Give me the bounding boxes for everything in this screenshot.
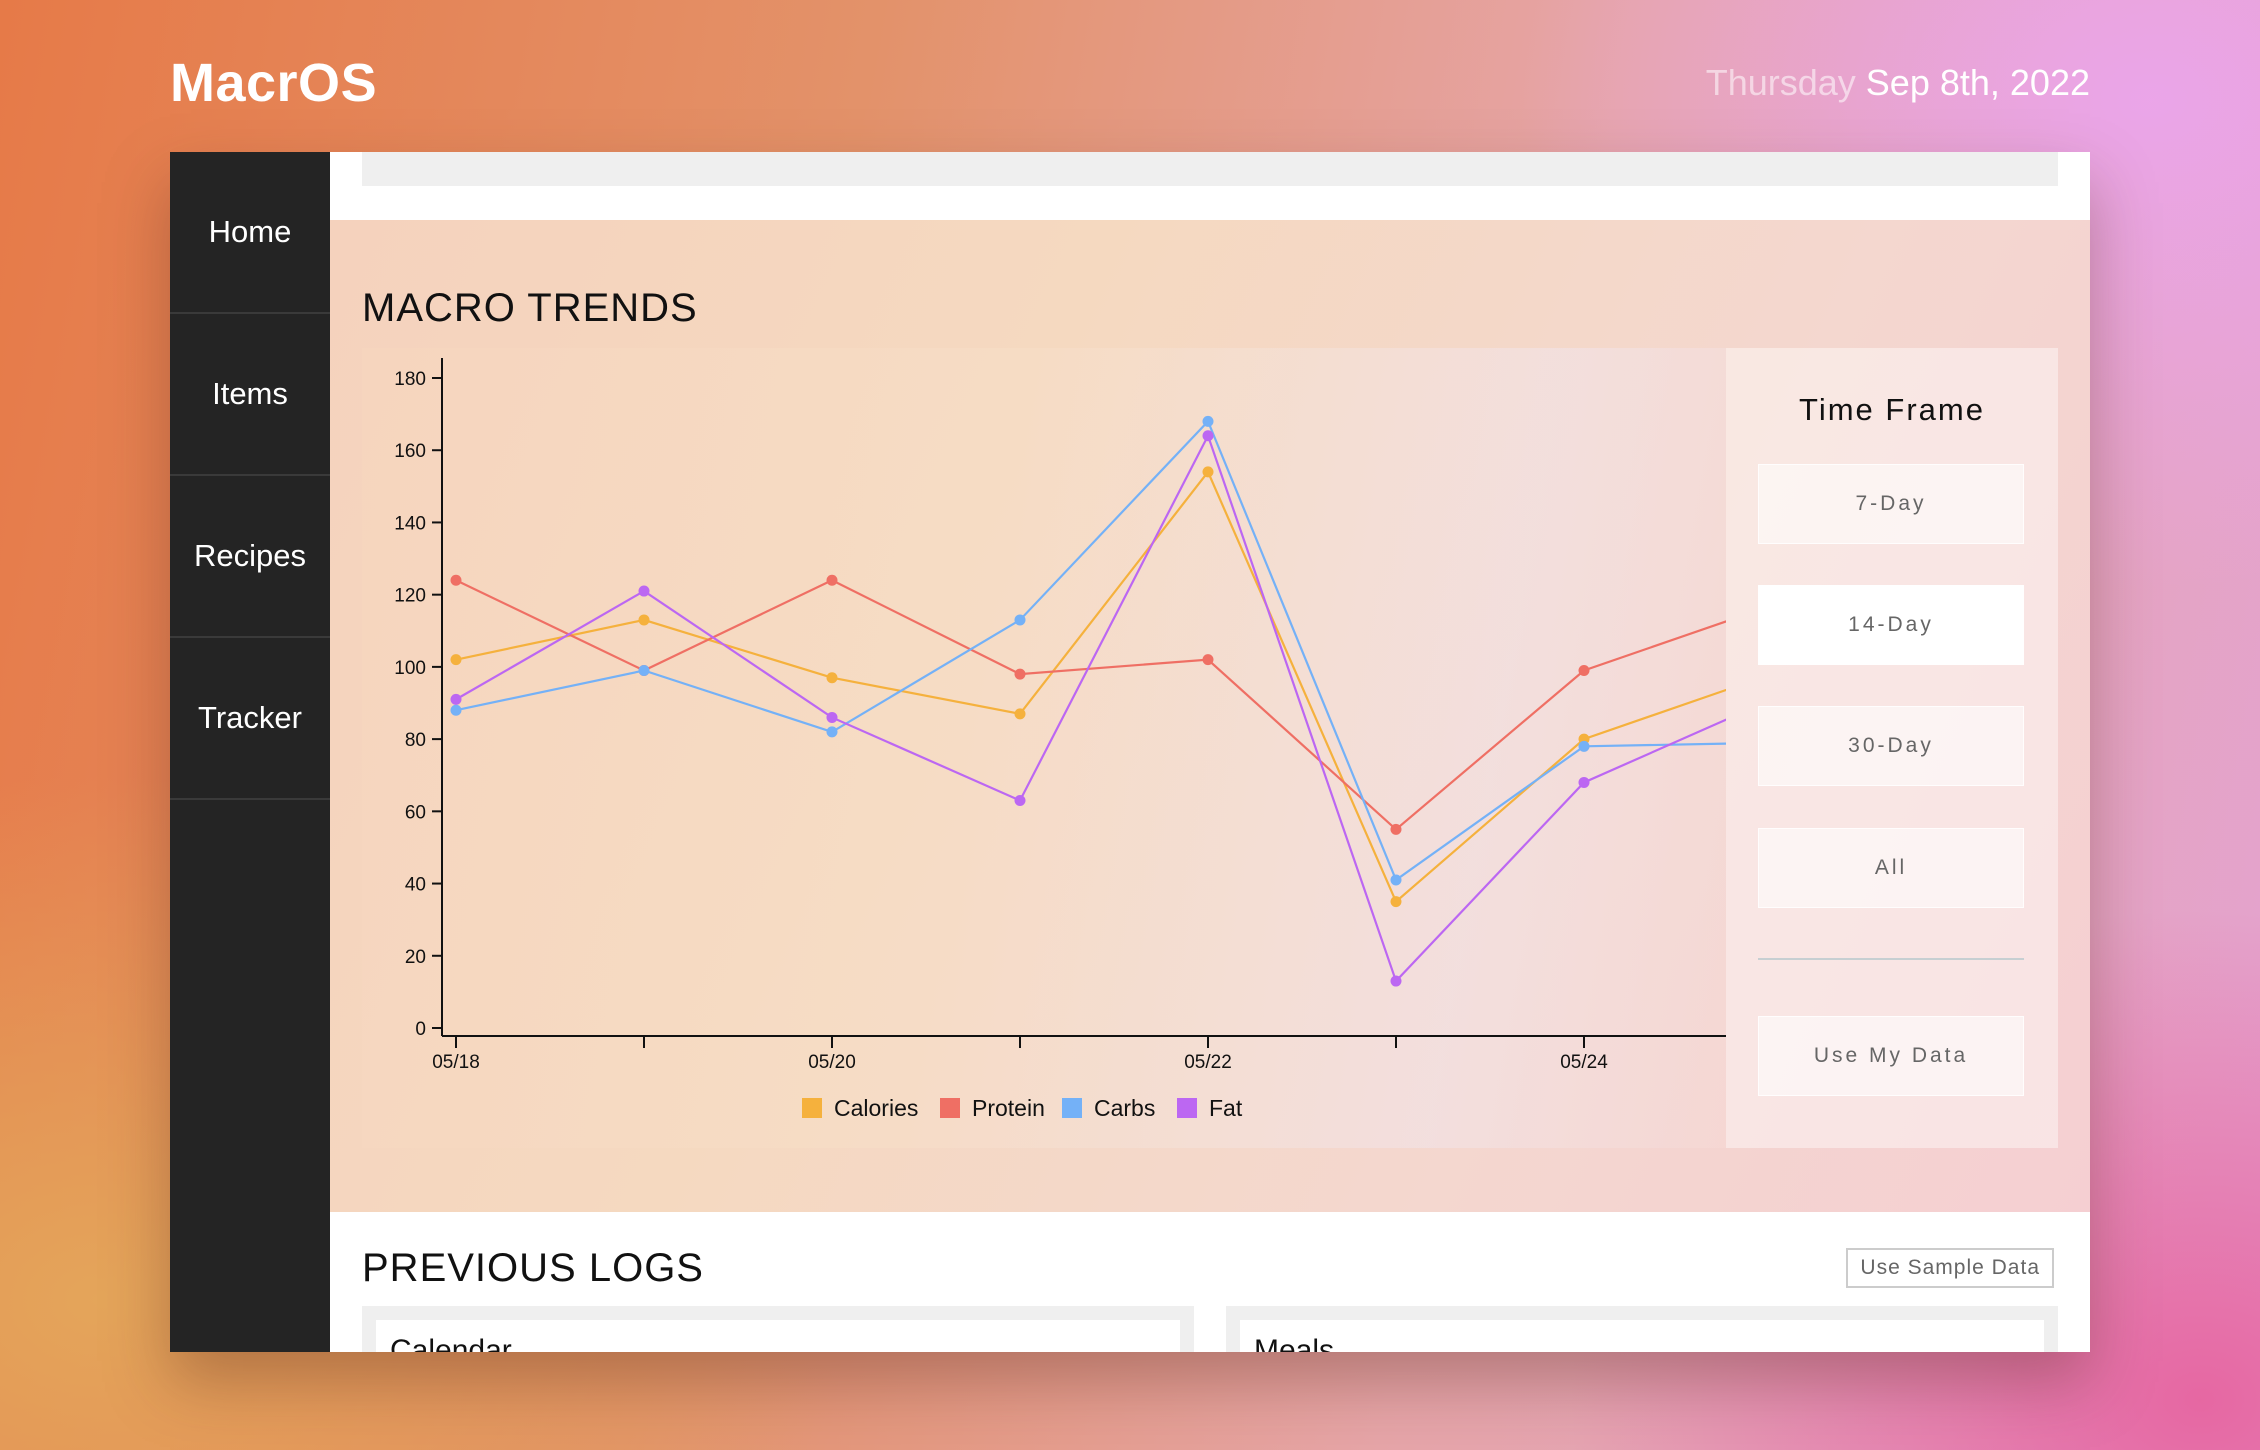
timeframe-7-day-button[interactable]: 7-Day <box>1758 464 2024 544</box>
calories-line <box>455 469 1726 904</box>
y-tick-label: 60 <box>405 802 426 823</box>
timeframe-divider <box>1758 958 2024 960</box>
date-full: Sep 8th, 2022 <box>1865 62 2090 103</box>
app-window: Home Items Recipes Tracker MACRO TRENDS … <box>170 152 2090 1352</box>
sidebar-item-tracker[interactable]: Tracker <box>170 638 330 800</box>
protein-legend-label: Protein <box>972 1095 1045 1121</box>
calories-legend-swatch <box>802 1098 822 1118</box>
meals-card: Meals <box>1226 1306 2058 1352</box>
sidebar-item-recipes[interactable]: Recipes <box>170 476 330 638</box>
macro-trends-section: MACRO TRENDS 0 20 40 60 80 100 120 140 160 180 05/… <box>330 220 2090 1212</box>
chart-svg: 0 20 40 60 80 100 120 140 160 180 05/18 05/20 05/22 0… <box>394 358 1726 1121</box>
calories-point <box>638 614 650 626</box>
fat-point <box>1578 776 1590 788</box>
protein-point <box>826 574 838 586</box>
carbs-point <box>638 665 650 676</box>
fat-point <box>1390 975 1402 987</box>
calories-point <box>1390 896 1402 908</box>
timeframe-panel: Time Frame 7-Day 14-Day 30-Day All Use M… <box>1726 348 2058 1148</box>
fat-point <box>826 711 838 723</box>
sidebar-item-home[interactable]: Home <box>170 152 330 314</box>
protein-point <box>1578 665 1590 676</box>
protein-point <box>1202 654 1214 666</box>
y-tick-label: 160 <box>394 441 426 462</box>
carbs-point <box>1578 740 1590 752</box>
sidebar-item-items[interactable]: Items <box>170 314 330 476</box>
y-tick-label: 40 <box>405 875 426 896</box>
calories-legend-label: Calories <box>834 1095 918 1121</box>
protein-point <box>1390 823 1402 835</box>
carbs-point <box>450 704 462 716</box>
app-title: MacrOS <box>170 53 378 113</box>
calories-point <box>450 654 462 666</box>
carbs-point <box>1390 874 1402 886</box>
fat-point <box>1014 795 1026 806</box>
calories-point <box>1014 708 1026 720</box>
carbs-point <box>1014 614 1026 626</box>
fat-legend-swatch <box>1177 1098 1197 1118</box>
meals-card-title: Meals <box>1254 1334 1335 1352</box>
protein-point <box>450 574 462 586</box>
previous-logs-title: PREVIOUS LOGS <box>362 1246 704 1290</box>
macro-trends-chart: 0 20 40 60 80 100 120 140 160 180 05/18 05/20 05/22 0… <box>362 348 1726 1148</box>
y-tick-label: 100 <box>394 658 426 679</box>
carbs-point <box>1202 415 1214 427</box>
previous-logs-section: PREVIOUS LOGS Use Sample Data Calendar M… <box>330 1212 2090 1352</box>
calendar-card-title: Calendar <box>390 1334 512 1352</box>
sidebar: Home Items Recipes Tracker <box>170 152 330 1352</box>
carbs-legend-label: Carbs <box>1094 1095 1155 1121</box>
fat-line <box>455 432 1726 984</box>
timeframe-30-day-button[interactable]: 30-Day <box>1758 706 2024 786</box>
use-sample-data-button[interactable]: Use Sample Data <box>1846 1248 2054 1288</box>
y-tick-label: 140 <box>394 513 426 534</box>
carbs-point <box>826 726 838 738</box>
x-tick-label: 05/18 <box>432 1052 480 1073</box>
current-date: Thursday Sep 8th, 2022 <box>1706 62 2090 104</box>
timeframe-title: Time Frame <box>1799 392 1985 427</box>
x-tick-label: 05/24 <box>1560 1052 1608 1073</box>
y-tick-label: 20 <box>405 947 426 968</box>
y-tick-label: 180 <box>394 369 426 390</box>
date-weekday: Thursday <box>1705 62 1856 103</box>
top-card <box>362 152 2058 186</box>
y-tick-label: 120 <box>394 586 426 607</box>
timeframe-14-day-button[interactable]: 14-Day <box>1758 585 2024 665</box>
macro-trends-title: MACRO TRENDS <box>362 286 698 330</box>
fat-legend-label: Fat <box>1209 1095 1243 1121</box>
calories-point <box>1202 466 1214 478</box>
y-tick-label: 80 <box>405 730 426 751</box>
fat-point <box>638 585 650 597</box>
x-tick-label: 05/22 <box>1184 1052 1232 1073</box>
calories-point <box>826 672 838 684</box>
fat-point <box>450 693 462 705</box>
protein-legend-swatch <box>940 1098 960 1118</box>
timeframe-all-button[interactable]: All <box>1758 828 2024 908</box>
carbs-legend-swatch <box>1062 1098 1082 1118</box>
x-tick-label: 05/20 <box>808 1052 856 1073</box>
use-my-data-button[interactable]: Use My Data <box>1758 1016 2024 1096</box>
fat-point <box>1202 430 1214 442</box>
main-content[interactable]: MACRO TRENDS 0 20 40 60 80 100 120 140 160 180 05/… <box>330 152 2090 1352</box>
protein-point <box>1014 668 1026 680</box>
calendar-card: Calendar <box>362 1306 1194 1352</box>
y-tick-label: 0 <box>415 1019 426 1040</box>
